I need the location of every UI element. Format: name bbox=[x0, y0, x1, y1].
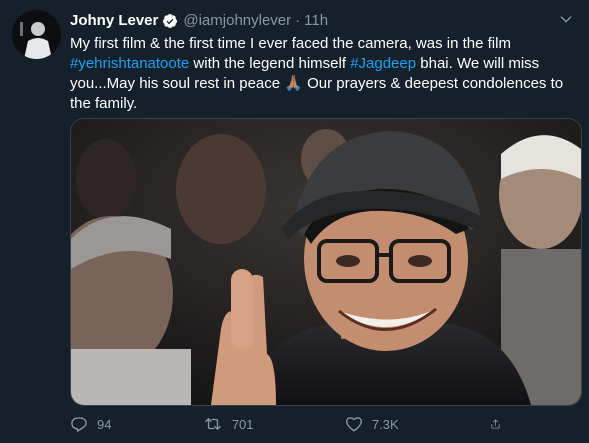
tweet-text-part-1: My first film & the first time I ever fa… bbox=[70, 35, 511, 52]
author-name[interactable]: Johny Lever bbox=[70, 11, 158, 31]
reply-count: 94 bbox=[97, 416, 112, 432]
author-avatar[interactable] bbox=[12, 10, 61, 59]
hashtag-link[interactable]: #Jagdeep bbox=[350, 55, 416, 72]
like-count: 7.3K bbox=[371, 416, 399, 432]
tweet-actions: 94 701 7.3K bbox=[70, 414, 510, 434]
share-icon bbox=[491, 419, 500, 429]
tweet-text-part-2: with the legend himself bbox=[189, 55, 351, 72]
like-button[interactable]: 7.3K bbox=[345, 415, 399, 433]
tweet-photo[interactable] bbox=[70, 118, 582, 406]
verified-badge-icon bbox=[162, 13, 178, 29]
tweet-text: My first film & the first time I ever fa… bbox=[70, 34, 578, 114]
chevron-down-icon[interactable] bbox=[555, 8, 577, 30]
retweet-button[interactable]: 701 bbox=[203, 415, 254, 433]
author-handle[interactable]: @iamjohnylever bbox=[183, 11, 291, 31]
reply-icon bbox=[71, 417, 87, 432]
share-button[interactable] bbox=[490, 415, 510, 433]
reply-button[interactable]: 94 bbox=[70, 415, 111, 433]
heart-icon bbox=[346, 417, 362, 432]
tweet-timestamp[interactable]: 11h bbox=[304, 11, 328, 31]
separator-dot: · bbox=[295, 12, 301, 29]
tweet-header: Johny Lever @iamjohnylever · 11h bbox=[70, 11, 328, 31]
hashtag-link[interactable]: #yehrishtanatoote bbox=[70, 55, 189, 72]
retweet-icon bbox=[205, 418, 221, 430]
retweet-count: 701 bbox=[231, 416, 254, 432]
